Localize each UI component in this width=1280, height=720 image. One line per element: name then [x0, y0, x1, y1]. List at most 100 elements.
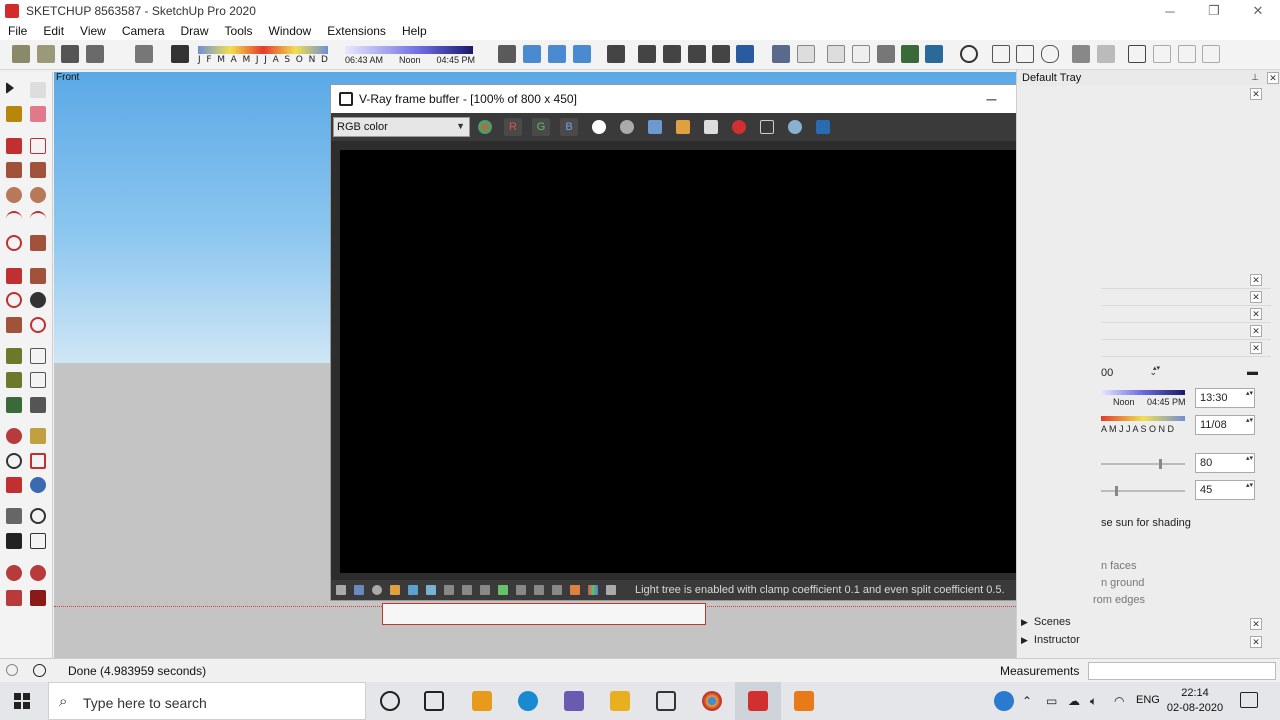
clipboard-icon[interactable]	[704, 120, 718, 134]
section-plane-icon[interactable]	[523, 45, 541, 63]
slider-thumb[interactable]	[1159, 459, 1162, 469]
front-view-icon[interactable]	[663, 45, 681, 63]
section-fill-icon[interactable]	[548, 45, 566, 63]
light-input[interactable]: 80	[1195, 453, 1255, 473]
line-tool-icon[interactable]	[6, 138, 22, 154]
green-channel-button[interactable]: G	[532, 118, 550, 136]
walk-icon[interactable]	[6, 533, 22, 549]
zoom-extents-icon[interactable]	[6, 477, 22, 493]
scenes-panel-header[interactable]: ▶ Scenes ✕	[1021, 616, 1271, 633]
panel-row[interactable]: ✕	[1101, 289, 1271, 306]
shaded-icon[interactable]	[877, 45, 895, 63]
shed-icon[interactable]	[135, 45, 153, 63]
panel-close-icon[interactable]: ✕	[1250, 274, 1262, 286]
light-spot-icon[interactable]	[1178, 45, 1196, 63]
status-icon[interactable]	[336, 585, 346, 595]
home-view-icon[interactable]	[61, 45, 79, 63]
use-sun-label[interactable]: se sun for shading	[1101, 517, 1191, 529]
light-sphere-icon[interactable]	[1153, 45, 1171, 63]
position-camera-icon[interactable]	[6, 508, 22, 524]
hidden-line-icon[interactable]	[852, 45, 870, 63]
orbit-icon[interactable]	[498, 45, 516, 63]
wifi-icon[interactable]: ◠	[1114, 694, 1124, 708]
teapot-icon[interactable]	[992, 45, 1010, 63]
minimize-button[interactable]: ─	[1148, 0, 1192, 22]
tray-month-gradient[interactable]	[1101, 416, 1185, 421]
extension-warehouse-icon[interactable]	[30, 565, 46, 581]
extension-manager-icon[interactable]	[6, 590, 22, 606]
vray-taskbar-icon[interactable]	[794, 691, 814, 711]
windows-start-icon[interactable]	[14, 693, 30, 709]
menu-help[interactable]: Help	[402, 24, 427, 38]
rotated-rectangle-icon[interactable]	[30, 162, 46, 178]
panel-close-icon[interactable]: ✕	[1250, 618, 1262, 630]
light-slider[interactable]	[1101, 459, 1185, 469]
3d-text-icon[interactable]	[30, 397, 46, 413]
back-view-icon[interactable]	[712, 45, 730, 63]
clear-image-icon[interactable]	[732, 120, 746, 134]
channel-select[interactable]: RGB color ▼	[333, 117, 470, 137]
app-icon[interactable]	[564, 691, 584, 711]
status-icon[interactable]	[354, 585, 364, 595]
house-icon[interactable]	[86, 45, 104, 63]
zoom-window-icon[interactable]	[30, 453, 46, 469]
from-edges-label[interactable]: rom edges	[1093, 594, 1145, 606]
orbit-tool-icon[interactable]	[6, 428, 22, 444]
panel-close-icon[interactable]: ✕	[1250, 291, 1262, 303]
task-view-icon[interactable]	[424, 691, 444, 711]
time-of-day-slider[interactable]: 06:43 AM Noon 04:45 PM	[345, 46, 475, 66]
status-icon[interactable]	[480, 585, 490, 595]
section-display-icon[interactable]	[573, 45, 591, 63]
menu-extensions[interactable]: Extensions	[327, 24, 386, 38]
alpha-channel-icon[interactable]	[592, 120, 606, 134]
panel-row[interactable]: ✕	[1101, 272, 1271, 289]
tray-time-gradient[interactable]	[1101, 390, 1185, 395]
previous-view-icon[interactable]	[30, 477, 46, 493]
dark-slider[interactable]	[1101, 486, 1185, 496]
history-icon[interactable]	[816, 120, 830, 134]
3d-warehouse-icon[interactable]	[37, 45, 55, 63]
three-point-arc-icon[interactable]	[6, 235, 22, 251]
xray-icon[interactable]	[772, 45, 790, 63]
tray-scrollbar[interactable]	[1267, 86, 1279, 656]
section-plane-tool-icon[interactable]	[30, 533, 46, 549]
sketchup-taskbar-icon[interactable]	[748, 691, 768, 711]
move-icon[interactable]	[6, 268, 22, 284]
date-input[interactable]: 11/08	[1195, 415, 1255, 435]
open-image-icon[interactable]	[676, 120, 690, 134]
back-edges-icon[interactable]	[797, 45, 815, 63]
month-slider[interactable]: J F M A M J J A S O N D	[198, 46, 328, 66]
cloud-render-icon[interactable]	[1041, 45, 1059, 63]
language-indicator[interactable]: ENG	[1136, 694, 1160, 706]
track-mouse-icon[interactable]	[760, 120, 774, 134]
chrome-icon[interactable]	[702, 691, 722, 711]
rotate-icon[interactable]	[6, 292, 22, 308]
light-ies-icon[interactable]	[1202, 45, 1220, 63]
pan-icon[interactable]	[30, 428, 46, 444]
arc-icon[interactable]	[6, 211, 22, 227]
info-icon[interactable]	[33, 664, 46, 677]
status-icon[interactable]	[426, 585, 436, 595]
on-ground-label[interactable]: n ground	[1101, 577, 1144, 589]
dark-input[interactable]: 45	[1195, 480, 1255, 500]
menu-draw[interactable]: Draw	[181, 24, 209, 38]
geo-location-icon[interactable]	[6, 664, 18, 676]
components-icon[interactable]	[12, 45, 30, 63]
status-icon[interactable]	[462, 585, 472, 595]
status-icon[interactable]	[588, 585, 598, 595]
panel-close-icon[interactable]: ✕	[1250, 325, 1262, 337]
save-image-icon[interactable]	[648, 120, 662, 134]
select-tool-icon[interactable]	[6, 82, 14, 94]
utc-select[interactable]: 00 ⌄	[1101, 364, 1161, 384]
menu-window[interactable]: Window	[269, 24, 312, 38]
menu-edit[interactable]: Edit	[43, 24, 64, 38]
status-icon[interactable]	[408, 585, 418, 595]
shadows-toggle-icon[interactable]	[171, 45, 189, 63]
ruby-console-icon[interactable]	[6, 565, 22, 581]
polygon-icon[interactable]	[30, 187, 46, 203]
file-explorer-icon[interactable]	[610, 691, 630, 711]
scale-icon[interactable]	[6, 317, 22, 333]
status-icon[interactable]	[498, 585, 508, 595]
slider-thumb[interactable]	[1115, 486, 1118, 496]
red-channel-button[interactable]: R	[504, 118, 522, 136]
